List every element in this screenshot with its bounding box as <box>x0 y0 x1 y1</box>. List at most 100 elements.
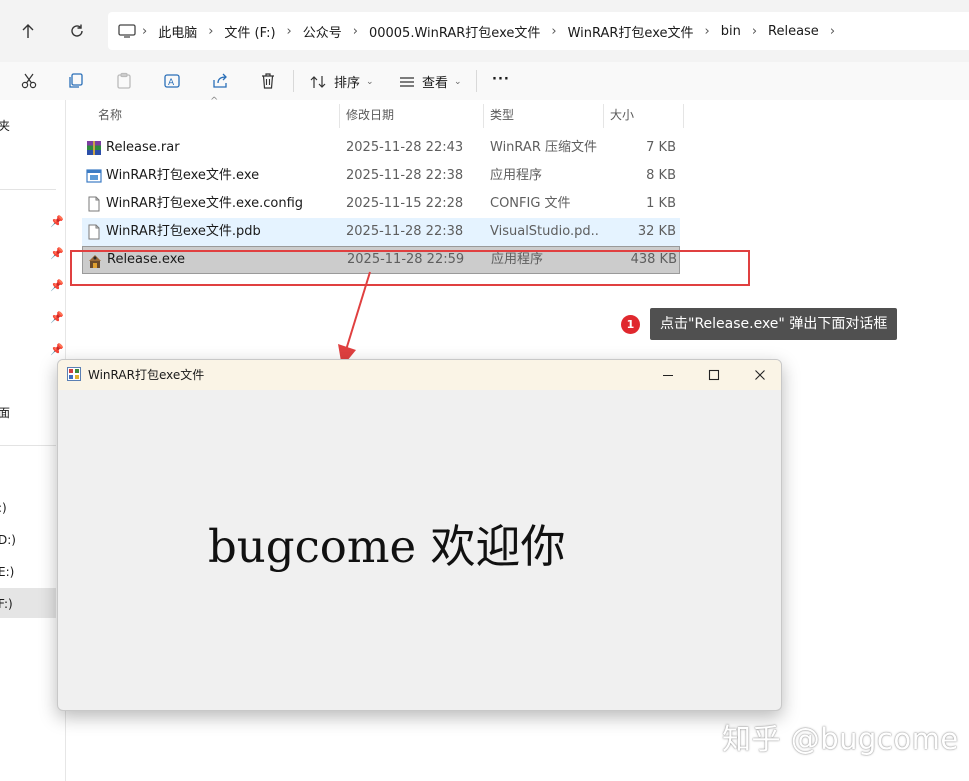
breadcrumb-folder[interactable]: bin <box>712 24 750 39</box>
view-button[interactable]: 查看 ⌄ <box>398 72 462 91</box>
command-toolbar: A 排序 ⌄ 查看 ⌄ ··· <box>0 62 969 100</box>
nav-divider <box>0 189 56 190</box>
file-icon <box>88 224 100 240</box>
application-icon <box>86 169 102 183</box>
computer-icon <box>118 24 136 38</box>
breadcrumb-folder[interactable]: WinRAR打包exe文件 <box>559 22 703 41</box>
breadcrumb-folder[interactable]: Release <box>759 24 828 39</box>
file-date: 2025-11-28 22:43 <box>346 140 464 155</box>
breadcrumb-folder[interactable]: 00005.WinRAR打包exe文件 <box>360 22 549 41</box>
column-divider[interactable] <box>603 104 604 128</box>
file-size: 8 KB <box>646 168 676 183</box>
rename-icon[interactable]: A <box>160 70 184 92</box>
file-name: WinRAR打包exe文件.pdb <box>106 224 261 239</box>
view-list-icon <box>400 76 414 87</box>
chevron-right-icon: › <box>142 23 148 39</box>
highlight-box <box>70 250 750 286</box>
file-icon <box>88 196 100 212</box>
file-name: WinRAR打包exe文件.exe.config <box>106 196 304 211</box>
dialog-titlebar[interactable]: WinRAR打包exe文件 <box>58 360 781 390</box>
refresh-icon[interactable] <box>64 18 90 44</box>
file-row[interactable]: WinRAR打包exe文件.exe.config 2025-11-15 22:2… <box>82 190 680 218</box>
chevron-down-icon: ⌄ <box>366 76 374 87</box>
sort-button[interactable]: 排序 ⌄ <box>310 72 374 91</box>
maximize-icon <box>708 369 720 381</box>
copy-icon[interactable] <box>64 70 88 92</box>
watermark: 知乎 @bugcome <box>722 722 959 756</box>
view-label: 查看 <box>422 76 449 91</box>
nav-item-drive[interactable]: :) <box>0 501 7 515</box>
dialog-title: WinRAR打包exe文件 <box>88 368 205 382</box>
toolbar-divider <box>476 70 477 92</box>
nav-item[interactable]: 夹 <box>0 117 10 134</box>
chevron-right-icon: › <box>704 23 710 39</box>
file-size: 7 KB <box>646 140 676 155</box>
file-row-hovered[interactable]: WinRAR打包exe文件.pdb 2025-11-28 22:38 Visua… <box>82 218 680 246</box>
delete-icon[interactable] <box>256 70 280 92</box>
rar-archive-icon <box>87 141 101 155</box>
column-header-name[interactable]: 名称 <box>98 100 122 130</box>
breadcrumb-this-pc[interactable]: 此电脑 <box>149 22 206 41</box>
file-size: 32 KB <box>637 224 676 239</box>
nav-item-drive-selected[interactable]: F:) <box>0 597 13 611</box>
chevron-right-icon: › <box>551 23 557 39</box>
column-header-type[interactable]: 类型 <box>490 100 514 130</box>
pin-icon: 📌 <box>50 343 64 356</box>
minimize-icon <box>663 374 673 377</box>
file-type: 应用程序 <box>490 168 543 183</box>
file-name: Release.rar <box>106 140 180 155</box>
pin-icon: 📌 <box>50 215 64 228</box>
chevron-right-icon: › <box>352 23 358 39</box>
paste-icon <box>112 70 136 92</box>
chevron-right-icon: › <box>829 23 836 39</box>
annotation-arrow <box>338 271 371 367</box>
maximize-button[interactable] <box>691 360 737 390</box>
column-divider[interactable] <box>339 104 340 128</box>
column-divider[interactable] <box>483 104 484 128</box>
address-bar-row: › 此电脑 › 文件 (F:) › 公众号 › 00005.WinRAR打包ex… <box>0 0 969 62</box>
up-arrow-icon[interactable] <box>15 18 41 44</box>
file-date: 2025-11-28 22:38 <box>346 168 464 183</box>
file-size: 1 KB <box>646 196 676 211</box>
chevron-right-icon: › <box>286 23 292 39</box>
file-date: 2025-11-15 22:28 <box>346 196 464 211</box>
column-divider[interactable] <box>683 104 684 128</box>
breadcrumb-drive-f[interactable]: 文件 (F:) <box>215 22 284 41</box>
toolbar-divider <box>293 70 294 92</box>
more-options-button[interactable]: ··· <box>492 72 510 87</box>
chevron-right-icon: › <box>751 23 758 39</box>
chevron-down-icon: ⌄ <box>454 76 462 87</box>
column-header-size[interactable]: 大小 <box>610 100 634 130</box>
annotation-callout: 点击"Release.exe" 弹出下面对话框 <box>650 308 898 340</box>
file-row[interactable]: Release.rar 2025-11-28 22:43 WinRAR 压缩文件… <box>82 134 680 162</box>
file-row[interactable]: WinRAR打包exe文件.exe 2025-11-28 22:38 应用程序 … <box>82 162 680 190</box>
nav-item-drive[interactable]: D:) <box>0 533 16 547</box>
sort-icon <box>310 75 326 88</box>
minimize-button[interactable] <box>645 360 691 390</box>
share-icon[interactable] <box>208 70 232 92</box>
close-button[interactable] <box>737 360 781 390</box>
file-name: WinRAR打包exe文件.exe <box>106 168 260 183</box>
nav-divider <box>0 445 56 446</box>
pin-icon: 📌 <box>50 247 64 260</box>
pin-icon: 📌 <box>50 279 64 292</box>
cut-icon[interactable] <box>17 70 41 92</box>
address-bar[interactable]: › 此电脑 › 文件 (F:) › 公众号 › 00005.WinRAR打包ex… <box>108 12 969 50</box>
file-type: WinRAR 压缩文件 <box>490 140 597 155</box>
file-type: VisualStudio.pd... <box>490 224 600 239</box>
pin-icon: 📌 <box>50 311 64 324</box>
close-icon <box>755 370 765 380</box>
nav-item[interactable]: 面 <box>0 404 10 421</box>
breadcrumb-folder[interactable]: 公众号 <box>294 22 351 41</box>
file-date: 2025-11-28 22:38 <box>346 224 464 239</box>
column-header-date[interactable]: 修改日期 <box>346 100 394 130</box>
sort-label: 排序 <box>334 76 361 91</box>
sort-ascending-icon: ^ <box>210 96 219 107</box>
app-window-icon <box>67 367 81 381</box>
file-type: CONFIG 文件 <box>490 196 571 211</box>
dialog-label: bugcome 欢迎你 <box>208 520 566 573</box>
app-dialog-window: WinRAR打包exe文件 bugcome 欢迎你 <box>57 359 782 711</box>
nav-item-drive[interactable]: E:) <box>0 565 14 579</box>
step-number-badge: 1 <box>621 315 640 334</box>
chevron-right-icon: › <box>208 23 214 39</box>
